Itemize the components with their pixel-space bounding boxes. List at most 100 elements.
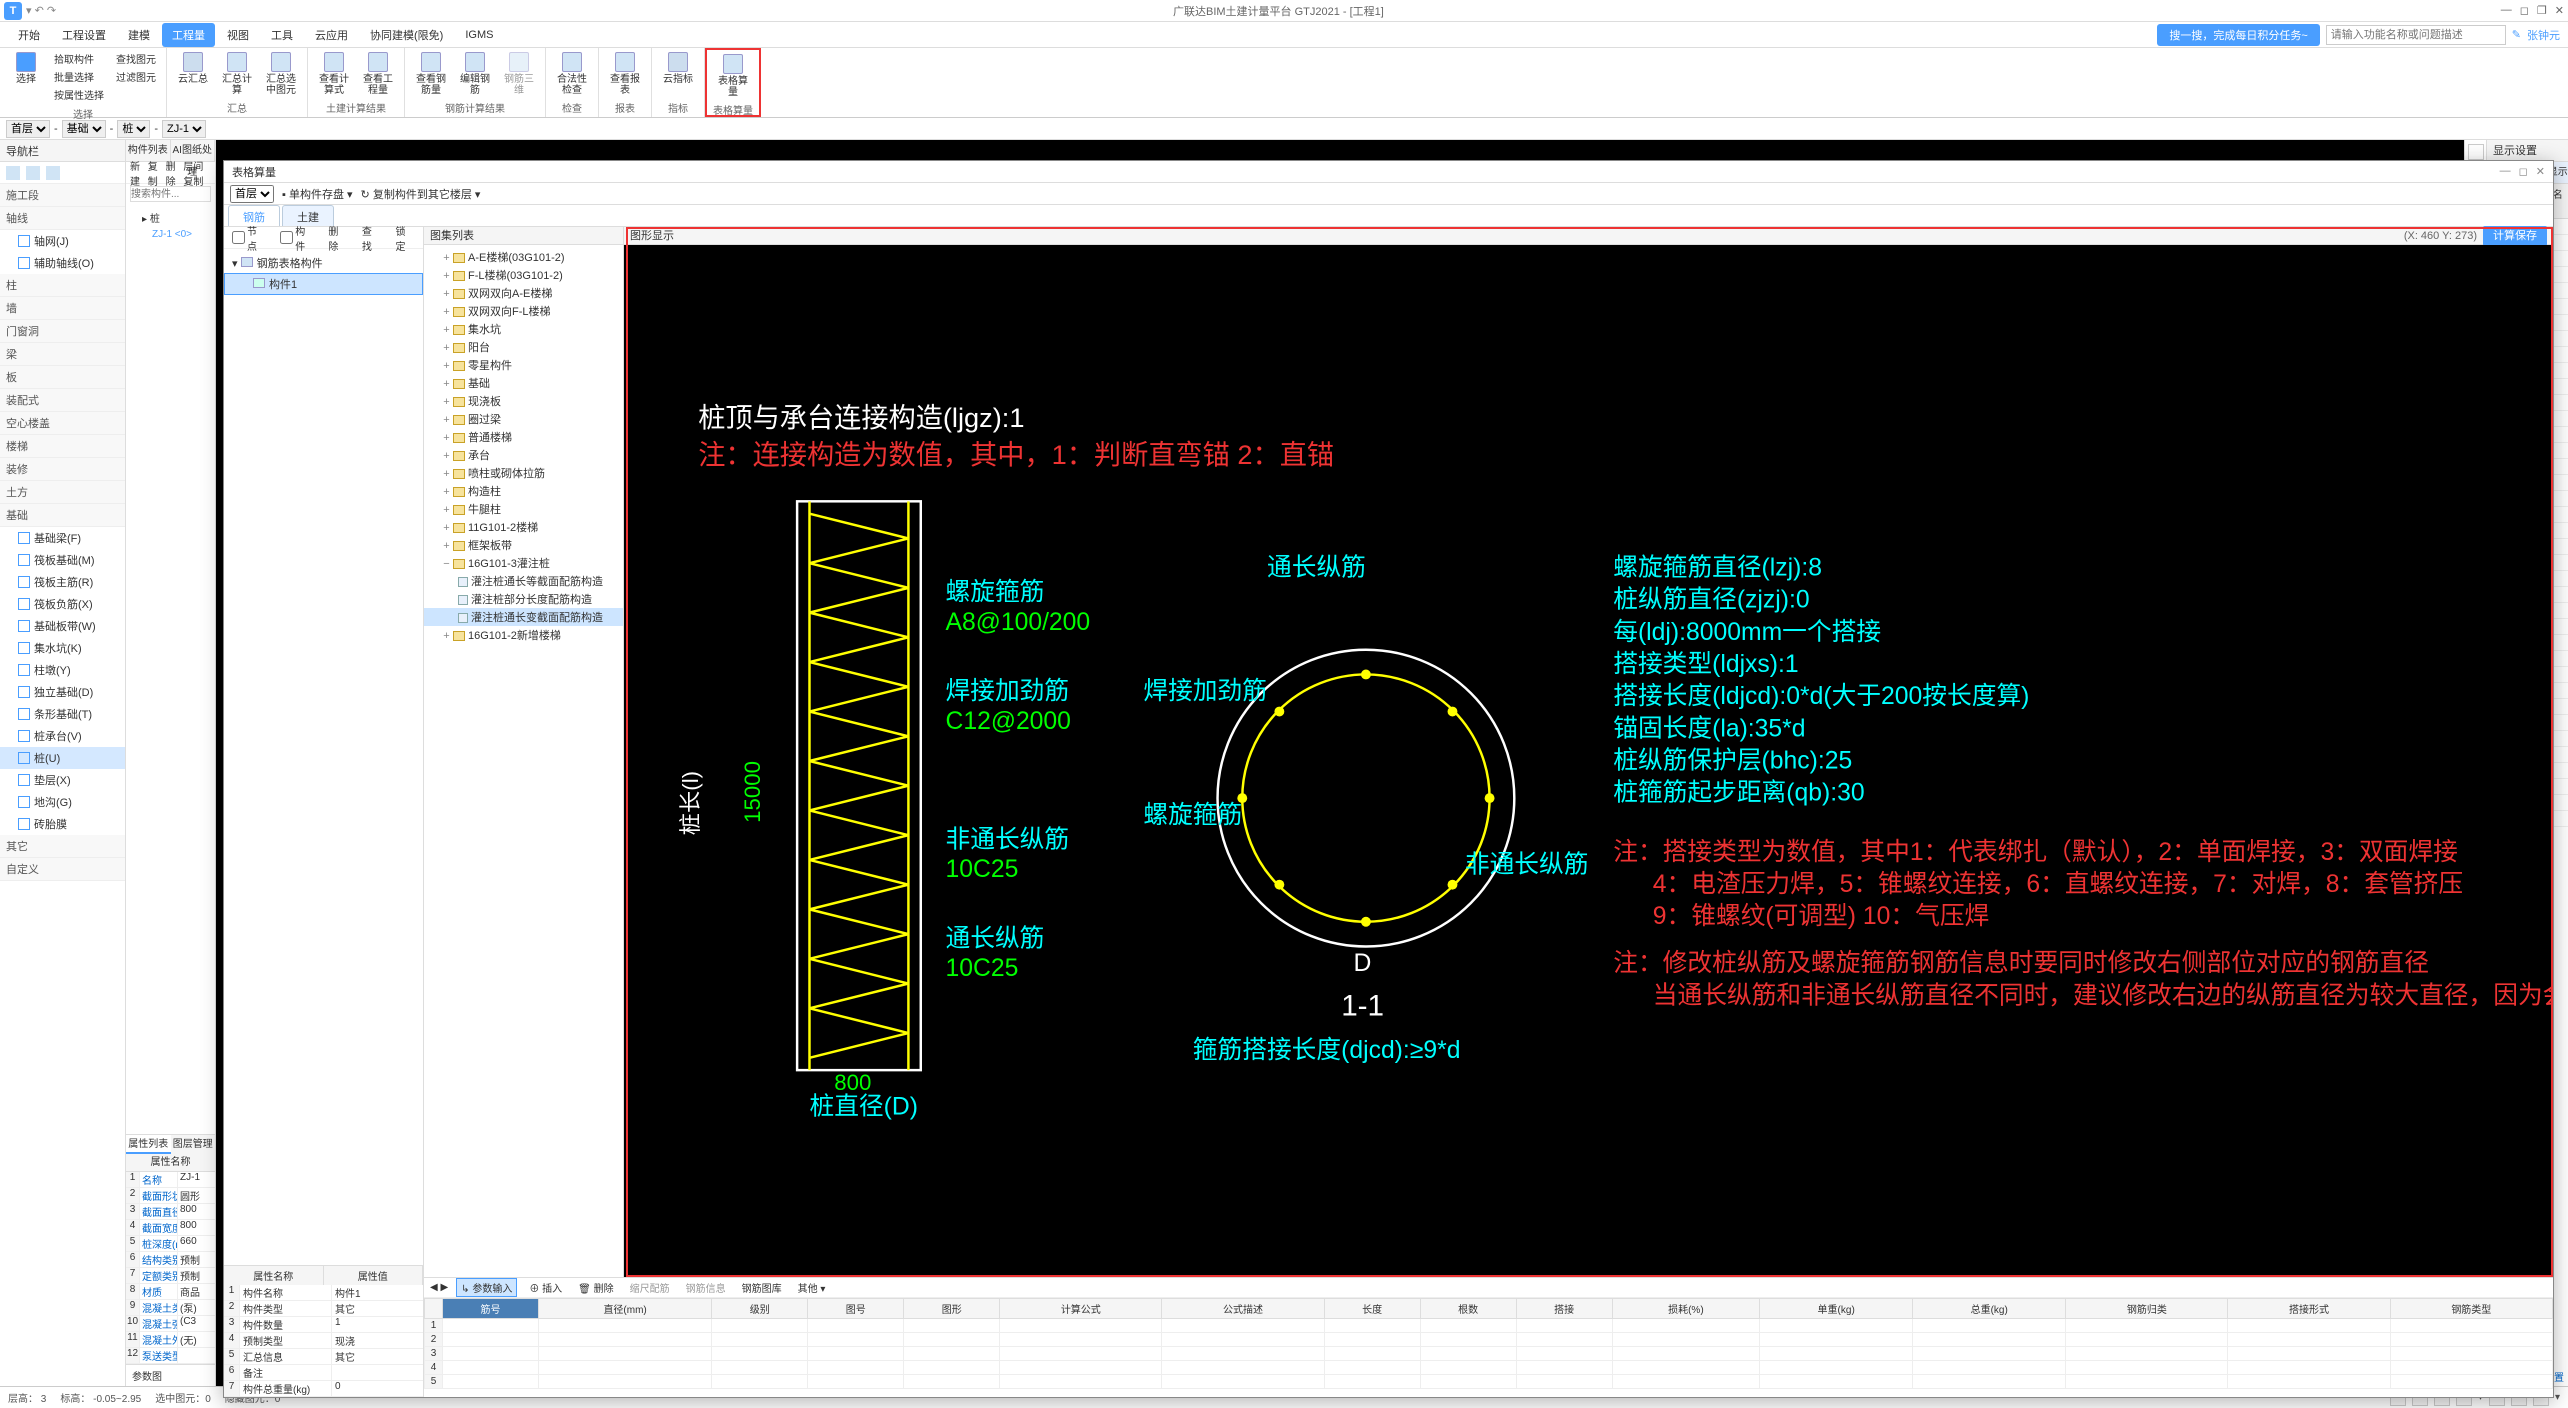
- category-select[interactable]: 基础: [62, 120, 106, 138]
- grid-col-header[interactable]: 钢筋类型: [2390, 1299, 2552, 1319]
- grid-cell[interactable]: [539, 1319, 712, 1333]
- menu-igms[interactable]: IGMS: [455, 25, 503, 45]
- grid-col-header[interactable]: 级别: [712, 1299, 808, 1319]
- grid-cell[interactable]: [1913, 1361, 2066, 1375]
- grid-cell[interactable]: [1612, 1347, 1760, 1361]
- rebar-table[interactable]: 筋号直径(mm)级别图号图形计算公式公式描述长度根数搭接损耗(%)单重(kg)总…: [424, 1298, 2553, 1389]
- grid-cell[interactable]: [2066, 1333, 2228, 1347]
- grid-cell[interactable]: [904, 1347, 1000, 1361]
- nav-item[interactable]: 筏板主筋(R): [0, 571, 125, 593]
- component-checkbox[interactable]: [280, 231, 293, 244]
- grid-cell[interactable]: [1913, 1375, 2066, 1389]
- grid-cell[interactable]: [1420, 1375, 1516, 1389]
- grid-cell[interactable]: [1324, 1361, 1420, 1375]
- grid-delete-button[interactable]: 🗑 删除: [574, 1279, 617, 1296]
- grid-cell[interactable]: [1612, 1333, 1760, 1347]
- cat-shigong[interactable]: 施工段: [0, 184, 125, 207]
- dialog-floor-select[interactable]: 首层: [230, 185, 274, 203]
- atlas-node[interactable]: 灌注桩通长变截面配筋构造: [424, 608, 623, 626]
- grid-cell[interactable]: [2228, 1375, 2390, 1389]
- grid-cell[interactable]: [2066, 1347, 2228, 1361]
- filter-element-button[interactable]: 过滤图元: [112, 68, 160, 86]
- atlas-node[interactable]: +喷柱或砌体拉筋: [424, 464, 623, 482]
- grid-cell[interactable]: [712, 1319, 808, 1333]
- grid-col-header[interactable]: 图形: [904, 1299, 1000, 1319]
- minimize-icon[interactable]: —: [2501, 4, 2512, 17]
- grid-cell[interactable]: [1420, 1347, 1516, 1361]
- floor-select[interactable]: 首层: [6, 120, 50, 138]
- cloud-index-button[interactable]: 云指标: [658, 50, 698, 87]
- global-search-input[interactable]: [2326, 25, 2506, 45]
- grid-cell[interactable]: [712, 1361, 808, 1375]
- menu-project-settings[interactable]: 工程设置: [52, 23, 116, 47]
- param-diagram-link[interactable]: 参数图: [126, 1364, 215, 1386]
- grid-cell[interactable]: [1162, 1333, 1324, 1347]
- validity-check-button[interactable]: 合法性检查: [552, 50, 592, 98]
- atlas-node[interactable]: +16G101-2新增楼梯: [424, 626, 623, 644]
- atlas-node[interactable]: +双网双向F-L楼梯: [424, 302, 623, 320]
- grid-cell[interactable]: [443, 1375, 539, 1389]
- nav-item[interactable]: 桩承台(V): [0, 725, 125, 747]
- grid-col-header[interactable]: 计算公式: [1000, 1299, 1162, 1319]
- param-input-button[interactable]: ↳ 参数输入: [456, 1278, 517, 1297]
- grid-cell[interactable]: [1162, 1319, 1324, 1333]
- atlas-node[interactable]: +阳台: [424, 338, 623, 356]
- grid-col-header[interactable]: 钢筋归类: [2066, 1299, 2228, 1319]
- grid-col-header[interactable]: 长度: [1324, 1299, 1420, 1319]
- grid-cell[interactable]: [2228, 1361, 2390, 1375]
- atlas-node[interactable]: +普通楼梯: [424, 428, 623, 446]
- grid-cell[interactable]: [1324, 1333, 1420, 1347]
- other-button[interactable]: 其他 ▾: [794, 1279, 830, 1296]
- left-tree-item[interactable]: 构件1: [224, 273, 423, 295]
- grid-cell[interactable]: [1760, 1361, 1913, 1375]
- atlas-node[interactable]: +基础: [424, 374, 623, 392]
- copy-to-floor-button[interactable]: 复制构件到其它楼层: [373, 189, 472, 201]
- nav-aux-axis[interactable]: 辅助轴线(O): [0, 252, 125, 274]
- grid-cell[interactable]: [1516, 1361, 1612, 1375]
- view-quantity-button[interactable]: 查看工程量: [358, 50, 398, 98]
- dialog-close-icon[interactable]: ✕: [2536, 165, 2545, 178]
- rebar-library-button[interactable]: 钢筋图库: [738, 1279, 786, 1296]
- grid-cell[interactable]: [808, 1361, 904, 1375]
- cat-column[interactable]: 柱: [0, 274, 125, 297]
- grid-cell[interactable]: [904, 1375, 1000, 1389]
- grid-tool-arrows[interactable]: ◀ ▶: [430, 1282, 448, 1293]
- grid-cell[interactable]: [2390, 1333, 2552, 1347]
- copy-button[interactable]: 复制: [148, 158, 162, 188]
- grid-cell[interactable]: [808, 1347, 904, 1361]
- edit-rebar-button[interactable]: 编辑钢筋: [455, 50, 495, 98]
- grid-cell[interactable]: [1000, 1333, 1162, 1347]
- cat-stair[interactable]: 楼梯: [0, 435, 125, 458]
- atlas-node[interactable]: 灌注桩部分长度配筋构造: [424, 590, 623, 608]
- grid-cell[interactable]: [2228, 1333, 2390, 1347]
- grid-col-header[interactable]: 直径(mm): [539, 1299, 712, 1319]
- grid-cell[interactable]: [1760, 1333, 1913, 1347]
- grid-cell[interactable]: [443, 1347, 539, 1361]
- grid-cell[interactable]: [1913, 1319, 2066, 1333]
- nav-tool-3[interactable]: [46, 166, 60, 180]
- rebar-info-button[interactable]: 钢筋信息: [682, 1279, 730, 1296]
- nav-item[interactable]: 桩(U): [0, 747, 125, 769]
- close-icon[interactable]: ✕: [2555, 4, 2564, 17]
- grid-cell[interactable]: [1420, 1333, 1516, 1347]
- grid-cell[interactable]: [2390, 1361, 2552, 1375]
- view-tool-1[interactable]: [2468, 144, 2484, 160]
- cat-earthwork[interactable]: 土方: [0, 481, 125, 504]
- nav-tool-1[interactable]: [6, 166, 20, 180]
- tab-layer-mgmt[interactable]: 图层管理: [171, 1135, 216, 1154]
- grid-cell[interactable]: [712, 1333, 808, 1347]
- nav-item[interactable]: 基础梁(F): [0, 527, 125, 549]
- grid-col-header[interactable]: 损耗(%): [1612, 1299, 1760, 1319]
- grid-cell[interactable]: [2066, 1361, 2228, 1375]
- grid-col-header[interactable]: 根数: [1420, 1299, 1516, 1319]
- grid-cell[interactable]: [2390, 1319, 2552, 1333]
- view-formula-button[interactable]: 查看计算式: [314, 50, 354, 98]
- summary-selected-button[interactable]: 汇总选中图元: [261, 50, 301, 98]
- grid-col-header[interactable]: 筋号: [443, 1299, 539, 1319]
- grid-cell[interactable]: [443, 1333, 539, 1347]
- cat-precast[interactable]: 装配式: [0, 389, 125, 412]
- calc-save-button[interactable]: 计算保存: [2483, 226, 2547, 246]
- grid-cell[interactable]: [2228, 1347, 2390, 1361]
- promo-button[interactable]: 搜一搜，完成每日积分任务~: [2157, 24, 2319, 46]
- grid-cell[interactable]: [808, 1319, 904, 1333]
